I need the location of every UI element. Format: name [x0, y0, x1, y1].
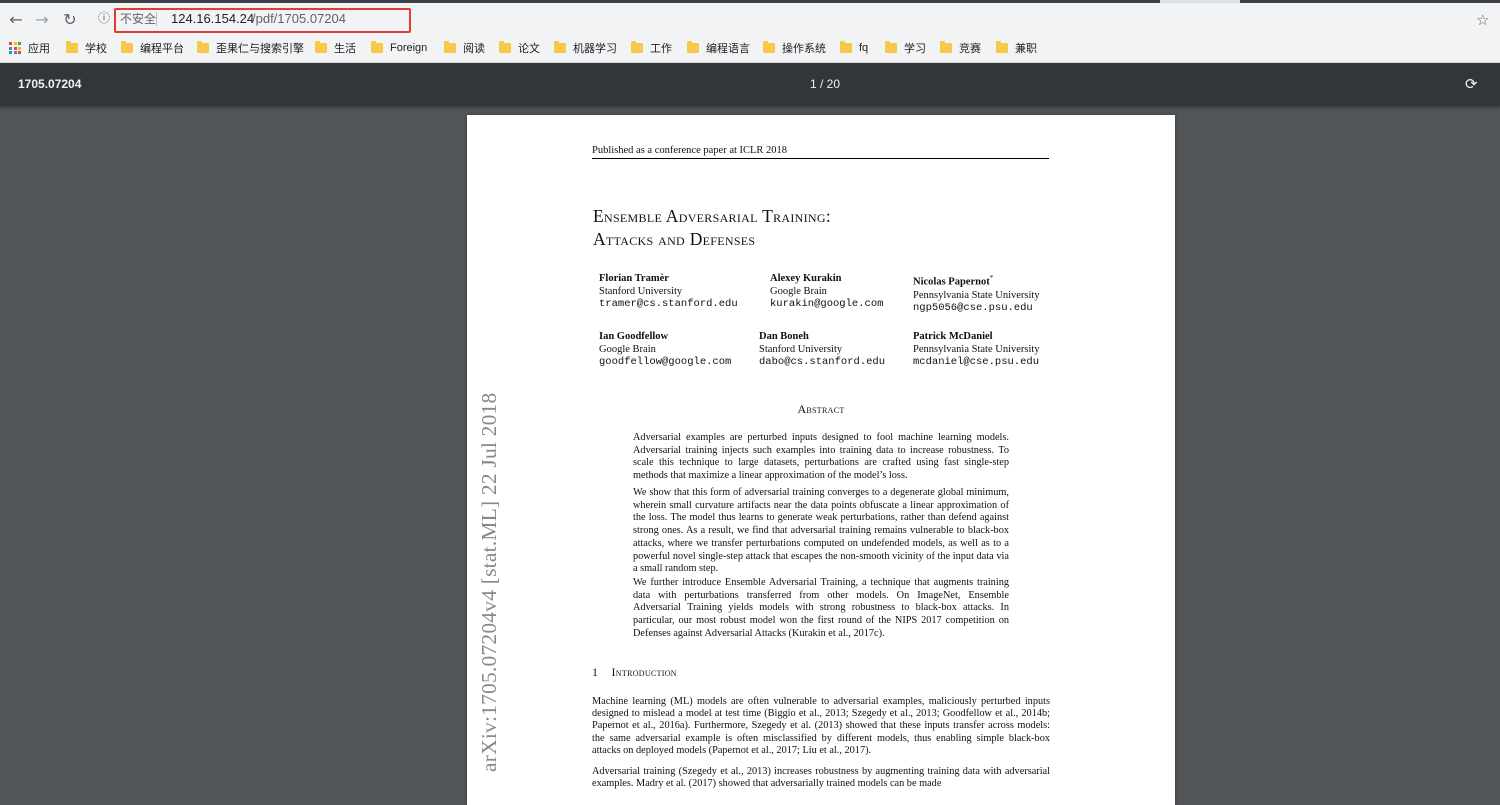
folder-icon: [996, 41, 1008, 53]
folder-icon: [66, 41, 78, 53]
title-line: Ensemble Adversarial Training:: [593, 206, 832, 226]
author-affiliation: Stanford University: [599, 286, 683, 297]
bookmark-folder[interactable]: 论文: [499, 40, 540, 56]
folder-icon: [315, 41, 327, 53]
abstract-heading: Abstract: [797, 402, 845, 416]
body-paragraph: Adversarial training (Szegedy et al., 20…: [592, 766, 1050, 790]
url-highlight-box: [114, 8, 411, 33]
paper-header: Published as a conference paper at ICLR …: [592, 145, 1049, 159]
folder-icon: [687, 41, 699, 53]
folder-icon: [763, 41, 775, 53]
bookmark-folder[interactable]: 工作: [631, 40, 672, 56]
bookmark-label: 学习: [904, 43, 926, 55]
bookmark-folder[interactable]: 生活: [315, 40, 356, 56]
author-block: Nicolas Papernot* Pennsylvania State Uni…: [913, 272, 1040, 315]
bookmark-label: 论文: [518, 43, 540, 55]
author-email: dabo@cs.stanford.edu: [759, 356, 886, 368]
author-name: Nicolas Papernot*: [913, 274, 994, 288]
author-block: Ian Goodfellow Google Brain goodfellow@g…: [599, 330, 731, 369]
section-number: 1: [592, 665, 599, 679]
author-affiliation: Google Brain: [770, 286, 827, 297]
apps-grid-icon: [9, 42, 21, 54]
bookmark-label: 工作: [650, 43, 672, 55]
author-name: Dan Boneh: [759, 331, 809, 342]
section-title: Introduction: [611, 665, 677, 679]
bookmark-folder[interactable]: 操作系统: [763, 40, 826, 56]
author-email: goodfellow@google.com: [599, 356, 732, 368]
bookmark-label: 操作系统: [782, 43, 826, 55]
folder-icon: [197, 41, 209, 53]
bookmark-label: Foreign: [390, 42, 428, 54]
bookmark-label: 歪果仁与搜索引擎: [216, 43, 304, 55]
bookmark-label: 生活: [334, 43, 356, 55]
title-line: Attacks and Defenses: [593, 229, 756, 249]
bookmark-folder[interactable]: 编程语言: [687, 40, 750, 56]
reload-icon[interactable]: ↻: [58, 7, 82, 31]
body-paragraph: Machine learning (ML) models are often v…: [592, 696, 1050, 756]
bookmark-folder[interactable]: 歪果仁与搜索引擎: [197, 40, 304, 56]
abstract-paragraph: We further introduce Ensemble Adversaria…: [633, 577, 1009, 639]
author-affiliation: Stanford University: [759, 344, 843, 355]
abstract-paragraph: We show that this form of adversarial tr…: [633, 487, 1009, 575]
author-block: Dan Boneh Stanford University dabo@cs.st…: [759, 330, 885, 369]
folder-icon: [885, 41, 897, 53]
author-name: Patrick McDaniel: [913, 331, 993, 342]
pdf-title: 1705.07204: [18, 77, 82, 91]
bookmarks-bar: 应用 学校 编程平台 歪果仁与搜索引擎 生活 Foreign 阅读 论文 机器学…: [0, 35, 1500, 63]
author-affiliation: Google Brain: [599, 344, 656, 355]
bookmark-label: 机器学习: [573, 43, 617, 55]
folder-icon: [121, 41, 133, 53]
author-name: Florian Tramèr: [599, 273, 669, 284]
star-icon[interactable]: ☆: [1476, 11, 1489, 29]
bookmark-label: fq: [859, 42, 869, 54]
folder-icon: [631, 41, 643, 53]
bookmark-label: 阅读: [463, 43, 485, 55]
rotate-icon[interactable]: ⟳: [1465, 75, 1478, 93]
info-icon[interactable]: ⓘ: [98, 11, 112, 25]
bookmark-folder[interactable]: 阅读: [444, 40, 485, 56]
bookmark-folder[interactable]: 编程平台: [121, 40, 184, 56]
author-name-text: Nicolas Papernot: [913, 276, 990, 288]
back-icon[interactable]: ←: [4, 7, 28, 31]
author-affiliation: Pennsylvania State University: [913, 289, 1040, 301]
folder-icon: [444, 41, 456, 53]
bookmark-label: 应用: [28, 43, 50, 55]
bookmark-apps[interactable]: 应用: [9, 40, 50, 56]
pdf-page: arXiv:1705.07204v4 [stat.ML] 22 Jul 2018…: [467, 115, 1175, 805]
bookmark-folder[interactable]: 竞赛: [940, 40, 981, 56]
author-affiliation: Pennsylvania State University: [913, 344, 1040, 355]
forward-icon[interactable]: →: [30, 7, 54, 31]
arxiv-stamp: arXiv:1705.07204v4 [stat.ML] 22 Jul 2018: [477, 392, 501, 772]
author-email: ngp5056@cse.psu.edu: [913, 301, 1033, 314]
author-email: kurakin@google.com: [770, 298, 884, 310]
bookmark-folder[interactable]: fq: [840, 40, 868, 56]
author-block: Florian Tramèr Stanford University trame…: [599, 272, 738, 311]
bookmark-folder[interactable]: 学习: [885, 40, 926, 56]
section-heading: 1 Introduction: [592, 665, 677, 680]
bookmark-label: 竞赛: [959, 43, 981, 55]
author-block: Alexey Kurakin Google Brain kurakin@goog…: [770, 272, 883, 311]
folder-icon: [499, 41, 511, 53]
bookmark-label: 学校: [85, 43, 107, 55]
bookmark-folder[interactable]: 兼职: [996, 40, 1037, 56]
author-name: Alexey Kurakin: [770, 273, 842, 284]
author-name: Ian Goodfellow: [599, 331, 669, 342]
bookmark-folder[interactable]: 机器学习: [554, 40, 617, 56]
bookmark-folder[interactable]: Foreign: [371, 40, 427, 56]
author-email: tramer@cs.stanford.edu: [599, 298, 738, 310]
bookmark-label: 编程语言: [706, 43, 750, 55]
paper-title: Ensemble Adversarial Training: Attacks a…: [593, 205, 831, 251]
bookmark-folder[interactable]: 学校: [66, 40, 107, 56]
author-block: Patrick McDaniel Pennsylvania State Univ…: [913, 330, 1040, 369]
bookmark-label: 兼职: [1015, 43, 1037, 55]
bookmark-label: 编程平台: [140, 43, 184, 55]
pdf-toolbar: 1705.07204 1 / 20 ⟳: [0, 63, 1500, 106]
folder-icon: [840, 41, 852, 53]
abstract-paragraph: Adversarial examples are perturbed input…: [633, 432, 1009, 482]
page-indicator: 1 / 20: [809, 77, 841, 91]
folder-icon: [371, 41, 383, 53]
folder-icon: [554, 41, 566, 53]
folder-icon: [940, 41, 952, 53]
author-email: mcdaniel@cse.psu.edu: [913, 356, 1040, 368]
